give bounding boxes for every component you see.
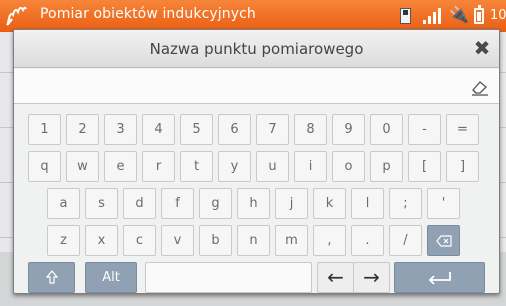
key-n[interactable]: n	[237, 225, 270, 256]
key-m[interactable]: m	[275, 225, 308, 256]
power-plug-icon: 🔌	[449, 5, 469, 24]
key-a[interactable]: a	[47, 188, 80, 219]
key-x[interactable]: x	[85, 225, 118, 256]
key-z[interactable]: z	[47, 225, 80, 256]
key-slash[interactable]: /	[389, 225, 422, 256]
left-arrow-icon: ←	[327, 265, 344, 289]
space-key[interactable]	[145, 262, 312, 293]
key-3[interactable]: 3	[104, 114, 137, 145]
key-4[interactable]: 4	[142, 114, 175, 145]
backspace-key[interactable]	[427, 225, 460, 256]
key-apostrophe[interactable]: '	[427, 188, 460, 219]
key-2[interactable]: 2	[66, 114, 99, 145]
shift-key[interactable]	[28, 262, 75, 293]
battery-icon	[474, 5, 484, 24]
key-k[interactable]: k	[313, 188, 346, 219]
key-u[interactable]: u	[256, 151, 289, 182]
clock: 10:04	[490, 8, 506, 23]
text-input-dialog: Nazwa punktu pomiarowego ✖ 1 2 3 4 5 6 7…	[13, 29, 500, 294]
alt-key[interactable]: Alt	[85, 262, 137, 293]
key-t[interactable]: t	[180, 151, 213, 182]
enter-return-icon	[428, 272, 451, 285]
key-p[interactable]: p	[370, 151, 403, 182]
app-logo-icon	[6, 6, 27, 26]
key-c[interactable]: c	[123, 225, 156, 256]
status-bar: Pomiar obiektów indukcyjnych 🔌 10:04	[0, 0, 506, 32]
key-5[interactable]: 5	[180, 114, 213, 145]
key-v[interactable]: v	[161, 225, 194, 256]
close-icon: ✖	[473, 36, 491, 60]
key-period[interactable]: .	[351, 225, 384, 256]
key-0[interactable]: 0	[370, 114, 403, 145]
key-f[interactable]: f	[161, 188, 194, 219]
right-arrow-key[interactable]: →	[353, 262, 390, 293]
app-title: Pomiar obiektów indukcyjnych	[40, 6, 256, 22]
dialog-header: Nazwa punktu pomiarowego ✖	[14, 30, 499, 68]
on-screen-keyboard: 1 2 3 4 5 6 7 8 9 0 - = q w e r t y u i …	[14, 114, 499, 294]
key-y[interactable]: y	[218, 151, 251, 182]
sd-card-icon	[400, 8, 411, 24]
key-h[interactable]: h	[237, 188, 270, 219]
key-left-bracket[interactable]: [	[408, 151, 441, 182]
point-name-input[interactable]	[20, 75, 460, 97]
key-g[interactable]: g	[199, 188, 232, 219]
key-right-bracket[interactable]: ]	[446, 151, 479, 182]
key-e[interactable]: e	[104, 151, 137, 182]
key-d[interactable]: d	[123, 188, 156, 219]
key-j[interactable]: j	[275, 188, 308, 219]
key-r[interactable]: r	[142, 151, 175, 182]
key-6[interactable]: 6	[218, 114, 251, 145]
key-semicolon[interactable]: ;	[389, 188, 422, 219]
key-8[interactable]: 8	[294, 114, 327, 145]
key-minus[interactable]: -	[408, 114, 441, 145]
enter-key[interactable]	[394, 262, 485, 293]
key-9[interactable]: 9	[332, 114, 365, 145]
key-q[interactable]: q	[28, 151, 61, 182]
right-arrow-icon: →	[363, 265, 380, 289]
key-s[interactable]: s	[85, 188, 118, 219]
key-equals[interactable]: =	[446, 114, 479, 145]
key-b[interactable]: b	[199, 225, 232, 256]
shift-arrow-icon	[45, 270, 58, 284]
key-i[interactable]: i	[294, 151, 327, 182]
key-1[interactable]: 1	[28, 114, 61, 145]
close-button[interactable]: ✖	[472, 38, 492, 58]
backspace-icon	[435, 235, 452, 247]
signal-strength-icon	[423, 8, 441, 24]
input-row	[14, 69, 499, 104]
eraser-icon[interactable]	[469, 77, 491, 97]
key-7[interactable]: 7	[256, 114, 289, 145]
key-o[interactable]: o	[332, 151, 365, 182]
dialog-title: Nazwa punktu pomiarowego	[149, 40, 364, 58]
key-comma[interactable]: ,	[313, 225, 346, 256]
key-w[interactable]: w	[66, 151, 99, 182]
left-arrow-key[interactable]: ←	[317, 262, 354, 293]
key-l[interactable]: l	[351, 188, 384, 219]
